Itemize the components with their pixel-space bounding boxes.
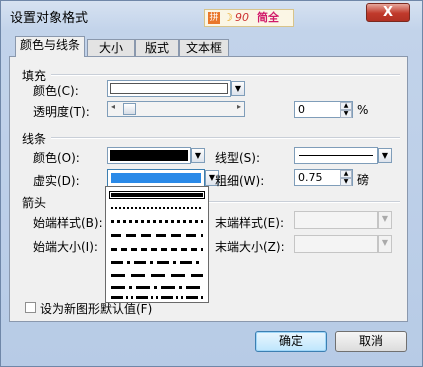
dash-option-round-dot[interactable] <box>111 207 203 209</box>
line-color-dropdown-button[interactable]: ▼ <box>191 148 205 163</box>
moon-icon: ☽ <box>223 11 233 24</box>
dash-option-short-dash[interactable] <box>111 248 203 251</box>
line-color-swatch <box>110 150 188 161</box>
line-section-title: 线条 <box>22 132 47 146</box>
weight-unit: 磅 <box>357 173 370 187</box>
dash-label: 虚实(D): <box>33 174 80 188</box>
default-checkbox[interactable] <box>25 302 36 313</box>
cancel-button[interactable]: 取消 <box>335 331 407 352</box>
begin-size-label: 始端大小(I): <box>33 240 98 254</box>
dash-option-long-dash[interactable] <box>111 274 203 277</box>
line-type-preview <box>299 155 373 156</box>
ok-button[interactable]: 确定 <box>255 331 327 352</box>
end-size-select[interactable] <box>294 235 378 253</box>
slider-thumb[interactable] <box>123 103 136 115</box>
end-style-dropdown-button[interactable]: ▼ <box>378 211 392 229</box>
transparency-unit: % <box>357 103 369 117</box>
fill-color-dropdown-button[interactable]: ▼ <box>231 81 245 96</box>
fill-color-swatch <box>110 83 228 94</box>
end-style-select[interactable] <box>294 211 378 229</box>
dash-option-dash[interactable] <box>111 234 203 237</box>
begin-style-label: 始端样式(B): <box>33 216 103 230</box>
ime-status-bar[interactable]: 拼 ☽ 90 简全 <box>204 9 294 27</box>
tab-layout[interactable]: 版式 <box>135 39 179 57</box>
arrows-section-title: 箭头 <box>22 196 47 210</box>
dash-option-long-dash-dot[interactable] <box>111 286 203 289</box>
dash-style-popup[interactable] <box>105 186 209 303</box>
end-size-dropdown-button[interactable]: ▼ <box>378 235 392 253</box>
dialog-window: 设置对象格式 拼 ☽ 90 简全 X 颜色与线条 大小 版式 文本框 填充 颜色… <box>0 0 423 367</box>
line-color-select[interactable] <box>107 147 191 164</box>
dash-option-long-dash-dot-dot[interactable] <box>111 296 203 299</box>
line-type-dropdown-button[interactable]: ▼ <box>378 148 392 163</box>
dialog-title: 设置对象格式 <box>10 11 89 26</box>
weight-spin-down[interactable]: ▼ <box>340 178 352 186</box>
end-style-label: 末端样式(E): <box>215 216 284 230</box>
dash-selected-preview <box>111 173 201 183</box>
dash-option-solid[interactable] <box>109 191 205 199</box>
line-separator <box>51 137 400 139</box>
dash-option-dash-dot[interactable] <box>111 261 203 264</box>
weight-spin-up[interactable]: ▲ <box>340 170 352 178</box>
ime-mode: 简全 <box>257 11 279 24</box>
transparency-slider[interactable]: ◂ ▸ <box>107 101 245 117</box>
arrows-separator <box>209 201 400 203</box>
transparency-label: 透明度(T): <box>33 105 90 119</box>
end-size-label: 末端大小(Z): <box>215 240 285 254</box>
slider-left-arrow-icon[interactable]: ◂ <box>111 102 115 111</box>
dash-option-square-dot[interactable] <box>111 220 203 223</box>
title-bar[interactable]: 设置对象格式 拼 ☽ 90 简全 X <box>1 1 422 29</box>
transparency-spin-up[interactable]: ▲ <box>340 102 352 110</box>
line-type-label: 线型(S): <box>215 151 261 165</box>
fill-color-label: 颜色(C): <box>33 84 79 98</box>
tab-colors-lines[interactable]: 颜色与线条 <box>15 36 85 57</box>
weight-value: 0.75 <box>298 171 323 184</box>
fill-color-select[interactable] <box>107 80 231 97</box>
tab-textbox[interactable]: 文本框 <box>179 39 229 57</box>
line-color-label: 颜色(O): <box>33 151 80 165</box>
ime-brand: 90 <box>235 11 249 24</box>
tab-size[interactable]: 大小 <box>87 39 135 57</box>
line-type-select[interactable] <box>294 147 378 164</box>
ime-logo-icon: 拼 <box>208 12 220 24</box>
transparency-value: 0 <box>298 103 305 116</box>
weight-label: 粗细(W): <box>215 174 265 188</box>
fill-separator <box>51 74 400 76</box>
dash-select[interactable] <box>107 169 205 187</box>
transparency-spin-down[interactable]: ▼ <box>340 110 352 118</box>
slider-right-arrow-icon[interactable]: ▸ <box>237 102 241 111</box>
close-button[interactable]: X <box>366 3 410 22</box>
